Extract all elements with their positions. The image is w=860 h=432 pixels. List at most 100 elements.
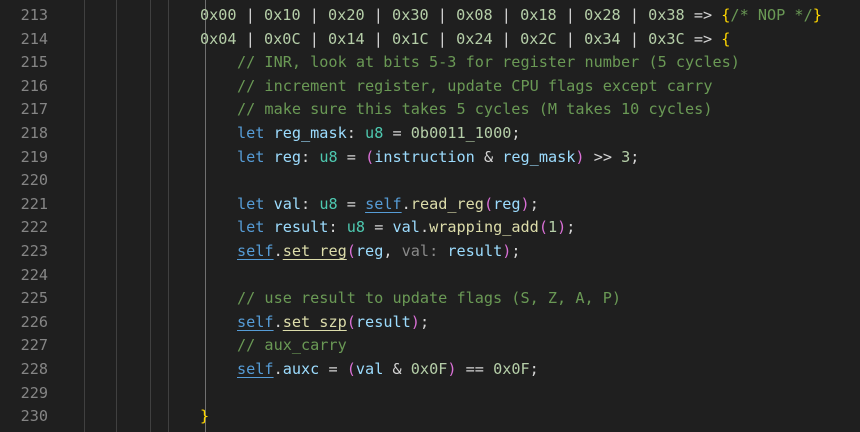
punctuation: = <box>337 147 366 166</box>
code-line[interactable]: 230} <box>0 404 860 428</box>
code-line[interactable]: 218 let reg_mask: u8 = 0b0011_1000; <box>0 121 860 145</box>
line-number: 224 <box>20 265 48 284</box>
code-text[interactable]: // increment register, update CPU flags … <box>237 74 712 98</box>
code-text[interactable]: self.set_szp(result); <box>237 310 429 334</box>
line-number: 219 <box>20 147 48 166</box>
punctuation: | <box>492 29 521 48</box>
code-line[interactable]: 226 self.set_szp(result); <box>0 310 860 334</box>
line-number: 223 <box>20 242 48 260</box>
keyword: self <box>237 312 274 331</box>
comment: // aux_carry <box>237 336 347 355</box>
identifier: result <box>447 242 503 260</box>
punctuation: | <box>364 29 393 48</box>
code-line[interactable]: 214 0x04 | 0x0C | 0x14 | 0x1C | 0x24 | 0x… <box>0 27 860 51</box>
code-line[interactable]: 223 self.set_reg(reg, val: result); <box>0 239 860 263</box>
number-literal: 0b0011_1000 <box>410 124 512 142</box>
paren: ) <box>520 194 530 213</box>
line-number: 230 <box>20 407 48 426</box>
number-literal: 0x3C <box>648 29 685 48</box>
code-line[interactable]: 228 self.auxc = (val & 0x0F) == 0x0F; <box>0 357 860 381</box>
brace: } <box>200 407 210 426</box>
code-text[interactable]: 0x00 | 0x10 | 0x20 | 0x30 | 0x08 | 0x18 … <box>200 3 822 27</box>
keyword: self <box>365 194 402 213</box>
keyword: self <box>237 360 274 378</box>
line-number: 221 <box>20 194 48 213</box>
identifier: reg <box>493 194 521 213</box>
punctuation <box>438 242 447 260</box>
line-number: 226 <box>20 312 48 331</box>
punctuation: = <box>383 124 411 142</box>
identifier: val <box>355 360 384 378</box>
punctuation: ; <box>566 218 576 237</box>
code-text[interactable]: // INR, look at bits 5-3 for register nu… <box>237 50 740 74</box>
code-line[interactable]: 217 // make sure this takes 5 cycles (M t… <box>0 97 860 121</box>
comment: // INR, look at bits 5-3 for register nu… <box>237 53 740 72</box>
code-text[interactable]: self.set_reg(reg, val: result); <box>237 239 521 263</box>
number-literal: 0x10 <box>264 6 301 24</box>
paren: ( <box>346 360 356 378</box>
code-line[interactable]: 227 // aux_carry <box>0 333 860 357</box>
code-line[interactable]: 215 // INR, look at bits 5-3 for register… <box>0 50 860 74</box>
code-text[interactable]: let reg: u8 = (instruction & reg_mask) >… <box>237 145 639 169</box>
number-literal: 0x2C <box>520 29 557 48</box>
number-literal: 0x0F <box>410 360 448 378</box>
punctuation: ; <box>419 312 430 331</box>
line-number: 225 <box>20 289 48 308</box>
punctuation: . <box>273 242 283 260</box>
code-editor[interactable]: 213 0x00 | 0x10 | 0x20 | 0x30 | 0x08 | 0x… <box>0 0 860 432</box>
code-line[interactable]: 222 let result: u8 = val.wrapping_add(1); <box>0 215 860 239</box>
code-text[interactable]: self.auxc = (val & 0x0F) == 0x0F; <box>237 357 539 381</box>
code-text[interactable]: // make sure this takes 5 cycles (M take… <box>237 97 712 121</box>
punctuation <box>264 195 273 213</box>
punctuation <box>264 218 273 236</box>
code-line[interactable]: 219 let reg: u8 = (instruction & reg_mask… <box>0 145 860 169</box>
code-text[interactable]: let reg_mask: u8 = 0b0011_1000; <box>237 121 521 145</box>
number-literal: 0x14 <box>328 29 365 48</box>
code-line[interactable]: 216 // increment register, update CPU fla… <box>0 74 860 98</box>
punctuation: . <box>273 312 283 331</box>
punctuation: = <box>319 360 347 378</box>
type-name: u8 <box>365 124 384 142</box>
number-literal: 0x0F <box>493 360 530 378</box>
code-line[interactable]: 229 <box>0 381 860 405</box>
identifier: val <box>392 218 420 237</box>
number-literal: 3 <box>621 147 631 166</box>
code-text[interactable]: } <box>200 404 209 428</box>
code-text[interactable]: 0x04 | 0x0C | 0x14 | 0x1C | 0x24 | 0x2C … <box>200 27 730 51</box>
punctuation: ; <box>529 194 539 213</box>
code-line[interactable]: 224 <box>0 263 860 287</box>
number-literal: 0x24 <box>456 29 493 48</box>
function-name: set_reg <box>282 242 347 260</box>
keyword: let <box>237 124 265 142</box>
punctuation: = <box>365 218 393 237</box>
number-literal: 0x00 <box>200 6 237 24</box>
code-text[interactable]: let result: u8 = val.wrapping_add(1); <box>237 215 575 239</box>
punctuation: => <box>684 6 722 24</box>
line-number: 213 <box>20 6 48 24</box>
line-number: 229 <box>20 383 48 402</box>
identifier: auxc <box>282 360 320 378</box>
code-line[interactable]: 220 <box>0 168 860 192</box>
line-number: 217 <box>20 100 48 119</box>
number-literal: 0x20 <box>328 6 365 24</box>
code-line[interactable]: 213 0x00 | 0x10 | 0x20 | 0x30 | 0x08 | 0x… <box>0 3 860 27</box>
paren: ( <box>483 194 494 213</box>
punctuation: : <box>328 218 347 237</box>
punctuation: == <box>456 360 494 378</box>
paren: ) <box>410 312 420 331</box>
punctuation: | <box>492 6 521 24</box>
number-literal: 0x30 <box>392 6 429 24</box>
code-text[interactable]: let val: u8 = self.read_reg(reg); <box>237 192 539 216</box>
code-text[interactable]: // use result to update flags (S, Z, A, … <box>237 286 621 310</box>
code-line[interactable]: 225 // use result to update flags (S, Z, … <box>0 286 860 310</box>
code-line[interactable]: 221 let val: u8 = self.read_reg(reg); <box>0 192 860 216</box>
punctuation: | <box>428 29 457 48</box>
punctuation: . <box>419 218 430 237</box>
code-text[interactable]: // aux_carry <box>237 333 347 357</box>
punctuation: | <box>556 6 585 24</box>
identifier: reg_mask <box>502 147 576 166</box>
line-number: 216 <box>20 76 48 95</box>
punctuation: = <box>337 194 366 213</box>
paren: ) <box>447 360 457 378</box>
number-literal: 0x28 <box>584 6 621 24</box>
